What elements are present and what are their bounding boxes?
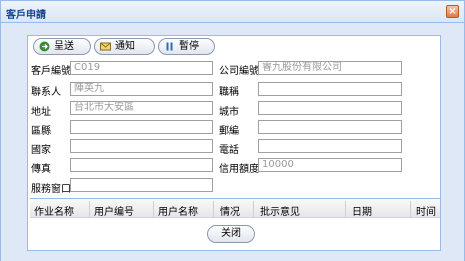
city-field[interactable] <box>258 101 402 115</box>
company-code-field[interactable]: 睿九股份有限公司 <box>258 61 402 75</box>
contact-label: 聯系人 <box>31 87 61 98</box>
address-field[interactable]: 台北市大安區 <box>70 101 213 115</box>
column-divider <box>345 201 346 217</box>
company-code-label: 公司編號 <box>219 66 259 77</box>
service-window-field[interactable] <box>70 178 213 192</box>
pause-icon <box>166 42 173 51</box>
col-time[interactable]: 时间 <box>416 203 436 218</box>
pause-button[interactable]: 暫停 <box>158 38 215 55</box>
address-label: 地址 <box>31 107 51 118</box>
submit-icon <box>39 41 50 52</box>
col-comment[interactable]: 批示意见 <box>260 203 300 218</box>
service-window-label: 服務窗口 <box>31 184 71 195</box>
district-label: 區縣 <box>31 126 51 137</box>
district-field[interactable] <box>70 120 213 134</box>
credit-limit-field[interactable]: 10000 <box>258 158 402 172</box>
submit-button[interactable]: 呈送 <box>33 38 91 55</box>
notify-button[interactable]: 通知 <box>94 38 155 55</box>
fax-label: 傳真 <box>31 164 51 175</box>
fax-field[interactable] <box>70 158 213 172</box>
column-divider <box>153 201 154 217</box>
column-divider <box>253 201 254 217</box>
country-label: 國家 <box>31 145 51 156</box>
customer-code-label: 客戶編號 <box>31 66 71 77</box>
window-title: 客戶申請 <box>6 10 46 21</box>
close-icon[interactable]: × <box>446 5 459 18</box>
phone-field[interactable] <box>258 139 402 153</box>
column-divider <box>89 201 90 217</box>
grid-header: 作业名称 用户编号 用户名称 情况 批示意见 日期 时间 <box>30 198 440 218</box>
col-task-name[interactable]: 作业名称 <box>34 203 74 218</box>
close-button[interactable]: 关闭 <box>207 225 255 243</box>
credit-limit-label: 信用額度 <box>219 164 259 175</box>
postal-label: 郵編 <box>219 126 239 137</box>
column-divider <box>213 201 214 217</box>
postal-field[interactable] <box>258 120 402 134</box>
job-title-field[interactable] <box>258 82 402 96</box>
job-title-label: 職稱 <box>219 87 239 98</box>
col-date[interactable]: 日期 <box>352 203 372 218</box>
window-titlebar: 客戶申請 × <box>0 0 465 23</box>
city-label: 城市 <box>219 107 239 118</box>
column-divider <box>410 201 411 217</box>
country-field[interactable] <box>70 139 213 153</box>
mail-icon <box>100 42 111 51</box>
contact-field[interactable]: 陣英九 <box>70 82 213 96</box>
customer-code-field[interactable]: C019 <box>70 61 213 75</box>
col-user-name[interactable]: 用户名称 <box>158 203 198 218</box>
phone-label: 電話 <box>219 145 239 156</box>
col-user-id[interactable]: 用户编号 <box>94 203 134 218</box>
col-status[interactable]: 情况 <box>220 203 240 218</box>
